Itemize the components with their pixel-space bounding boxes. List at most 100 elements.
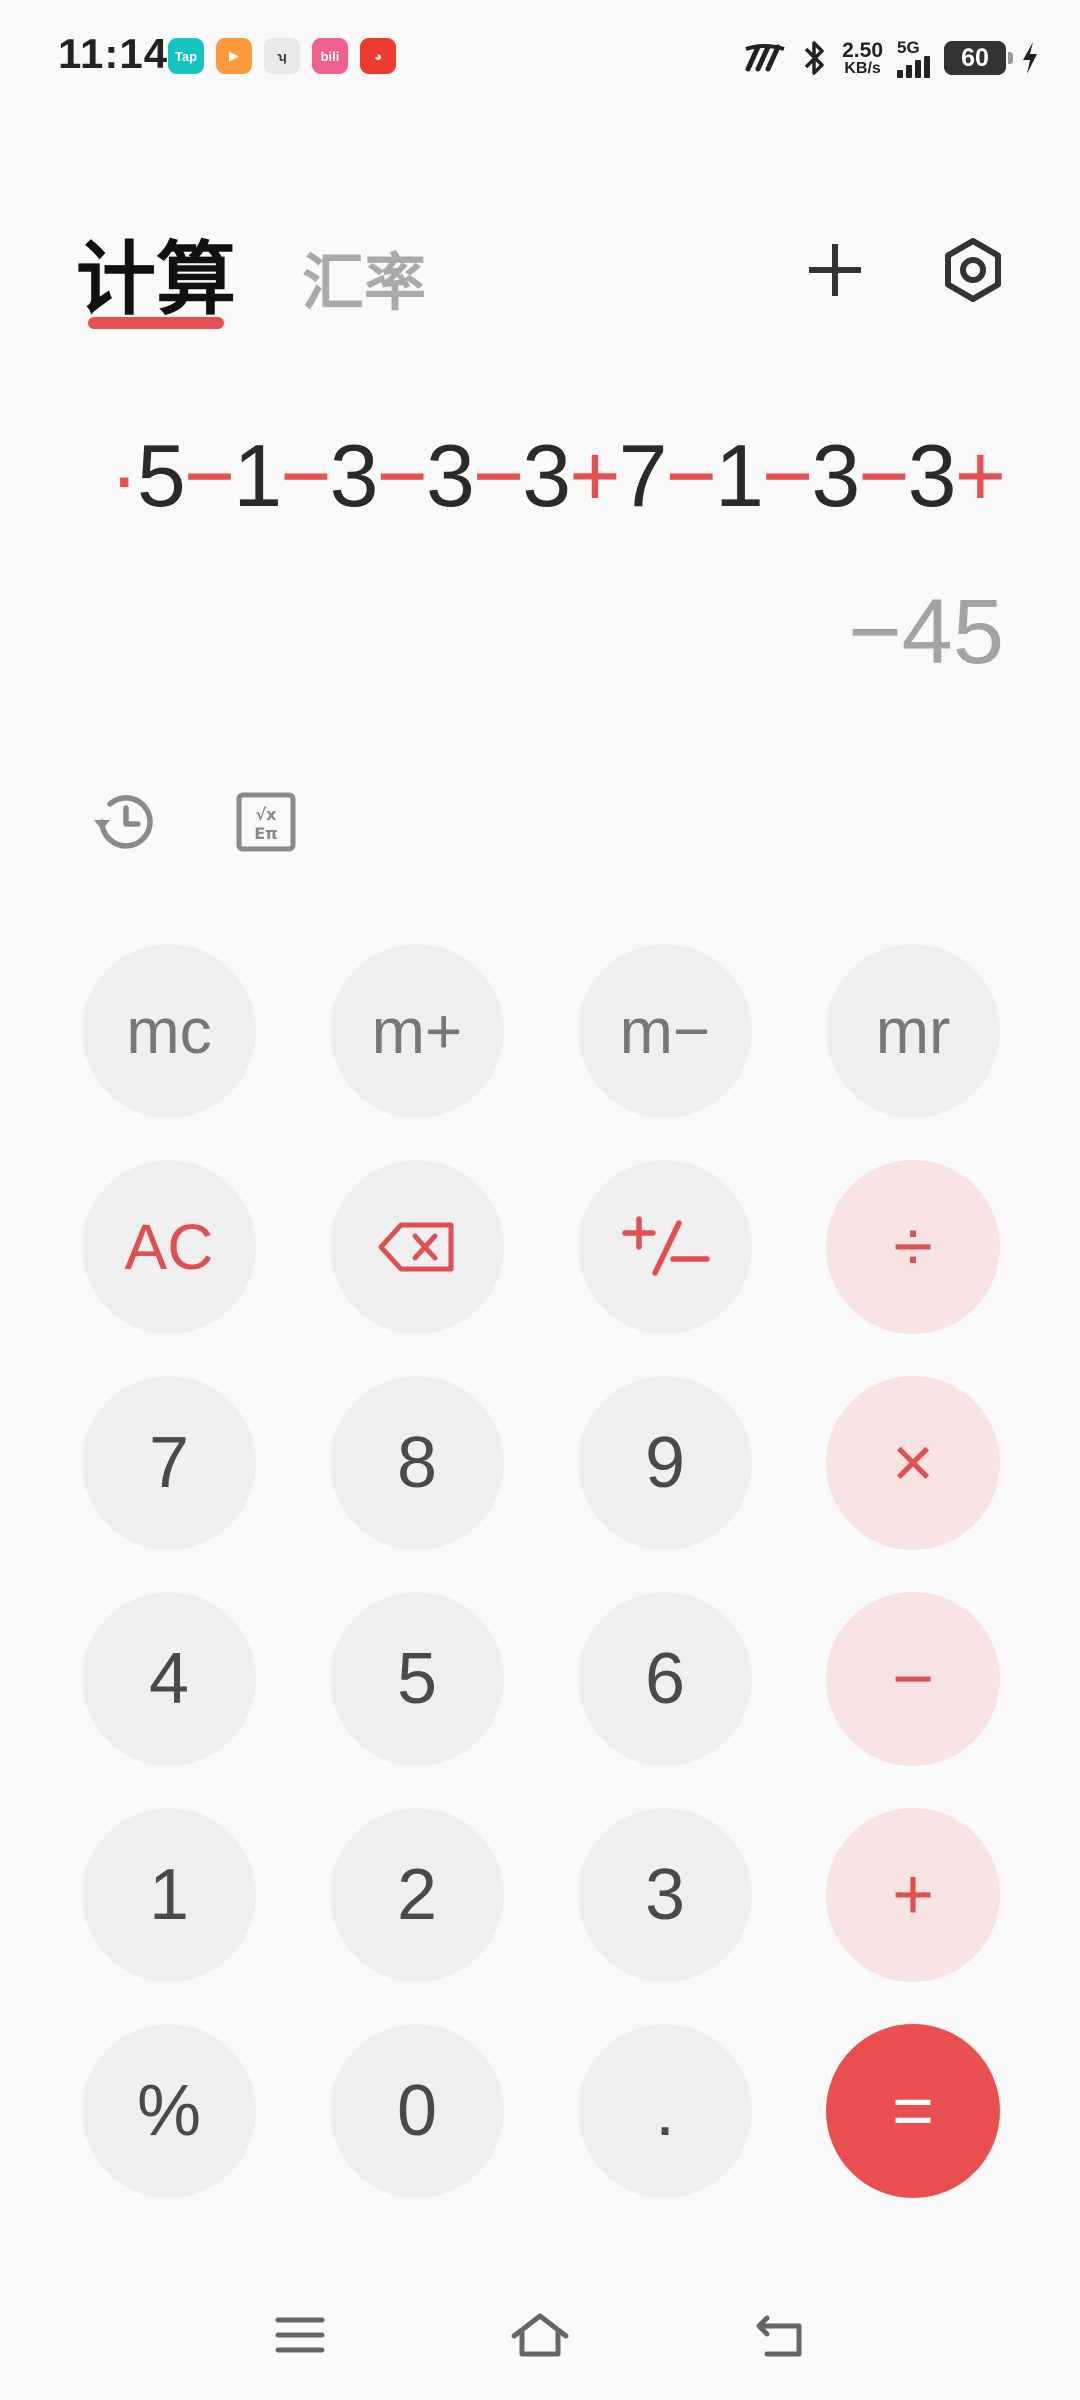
video-app-icon: ▶ — [216, 38, 252, 74]
expression-operator: − — [472, 426, 524, 525]
history-icon — [94, 795, 153, 849]
status-indicators: 2.50 KB/s 5G 60 — [744, 28, 1040, 88]
network-speed-unit: KB/s — [844, 59, 881, 77]
keypad: mc m+ m− mr AC ÷ 7 8 9 × 4 5 6 − 1 2 3 +% 0. = — [82, 944, 1000, 2198]
all-clear-label: AC — [124, 1211, 214, 1283]
expression-operator: − — [376, 426, 428, 525]
memory-add-button[interactable]: m+ — [330, 944, 504, 1118]
memory-subtract-button[interactable]: m− — [578, 944, 752, 1118]
digit-0-label: 0 — [396, 2071, 438, 2151]
active-tab-indicator — [88, 317, 224, 329]
expression-digit: 1 — [233, 426, 282, 525]
backspace-icon — [378, 1222, 454, 1272]
back-icon — [756, 2315, 802, 2357]
network-speed-value: 2.50 — [842, 38, 883, 62]
add-button[interactable]: + — [826, 1808, 1000, 1982]
plus-icon — [809, 244, 861, 296]
expression-digit: 3 — [425, 426, 475, 525]
digit-9-button[interactable]: 9 — [578, 1376, 752, 1550]
digit-7-button[interactable]: 7 — [82, 1376, 256, 1550]
expression-operator: − — [761, 426, 813, 525]
hm-app-icon: ʮ — [264, 38, 300, 74]
mascot-app-icon: ◕ — [360, 38, 396, 74]
all-clear-button[interactable]: AC — [82, 1160, 256, 1334]
expression-digit: 3 — [811, 426, 860, 525]
digit-1-label: 1 — [148, 1855, 190, 1935]
settings-button[interactable] — [928, 225, 1018, 315]
decimal-point-label: . — [654, 2071, 675, 2151]
recent-apps-button[interactable] — [265, 2300, 335, 2370]
new-button[interactable] — [790, 225, 880, 315]
tab-calculator[interactable]: 计算 — [76, 215, 236, 331]
digit-3-label: 3 — [644, 1855, 686, 1935]
expression-operator: − — [665, 426, 717, 525]
plus-minus-icon — [622, 1216, 710, 1276]
toggle-sign-button[interactable] — [578, 1160, 752, 1334]
tab-exchange-rate[interactable]: 汇率 — [302, 232, 426, 322]
decimal-point-button[interactable]: . — [578, 2024, 752, 2198]
menu-icon — [275, 2317, 325, 2353]
memory-recall-button[interactable]: mr — [826, 944, 1000, 1118]
signal-bars-icon — [897, 55, 930, 78]
system-navigation-bar — [0, 2290, 1080, 2380]
digit-8-label: 8 — [396, 1423, 438, 1503]
expression-display: ·5−1−3−3−3+7−1−3−3+ — [24, 425, 1004, 527]
expression-operator: + — [954, 426, 1004, 525]
divide-label: ÷ — [893, 1207, 933, 1287]
status-time: 11:14 — [58, 30, 169, 77]
digit-6-label: 6 — [644, 1639, 686, 1719]
expression-digit: 1 — [714, 426, 764, 525]
digit-4-button[interactable]: 4 — [82, 1592, 256, 1766]
divide-button[interactable]: ÷ — [826, 1160, 1000, 1334]
back-button[interactable] — [745, 2300, 815, 2370]
svg-text:√x: √x — [256, 805, 278, 824]
multiply-button[interactable]: × — [826, 1376, 1000, 1550]
digit-7-label: 7 — [148, 1423, 190, 1503]
bluetooth-icon — [804, 41, 824, 75]
multiply-label: × — [891, 1423, 935, 1503]
memory-clear-label: mc — [126, 995, 212, 1067]
memory-clear-button[interactable]: mc — [82, 944, 256, 1118]
expression-digit: 5 — [136, 426, 186, 525]
battery-level: 60 — [961, 43, 989, 72]
percent-button[interactable]: % — [82, 2024, 256, 2198]
digit-6-button[interactable]: 6 — [578, 1592, 752, 1766]
equals-button[interactable]: = — [826, 2024, 1000, 2198]
scientific-calculator-icon: √x Eπ — [236, 792, 296, 852]
taptap-icon: Tap — [168, 38, 204, 74]
backspace-button[interactable] — [330, 1160, 504, 1334]
digit-2-button[interactable]: 2 — [330, 1808, 504, 1982]
digit-5-button[interactable]: 5 — [330, 1592, 504, 1766]
home-button[interactable] — [505, 2300, 575, 2370]
subtract-button[interactable]: − — [826, 1592, 1000, 1766]
expression-operator: − — [183, 426, 235, 525]
expression-operator: − — [858, 426, 909, 525]
digit-9-label: 9 — [644, 1423, 686, 1503]
svg-text:Eπ: Eπ — [254, 824, 278, 843]
equals-label: = — [891, 2071, 935, 2151]
nfc-icon — [745, 44, 785, 72]
digit-0-button[interactable]: 0 — [330, 2024, 504, 2198]
charging-icon — [1023, 42, 1037, 74]
network-type: 5G — [897, 37, 920, 57]
digit-8-button[interactable]: 8 — [330, 1376, 504, 1550]
memory-add-label: m+ — [371, 995, 463, 1067]
digit-1-button[interactable]: 1 — [82, 1808, 256, 1982]
expression-operator: + — [569, 426, 620, 525]
digit-4-label: 4 — [148, 1639, 190, 1719]
percent-label: % — [136, 2071, 202, 2151]
digit-3-button[interactable]: 3 — [578, 1808, 752, 1982]
status-bar: 11:14 Tap ▶ ʮ bili ◕ 2.50 KB/s 5G 60 — [0, 0, 1080, 120]
result-display: −45 — [847, 581, 1004, 683]
memory-subtract-label: m− — [619, 995, 711, 1067]
cellular-signal: 5G — [897, 39, 930, 78]
digit-2-label: 2 — [396, 1855, 438, 1935]
battery-icon: 60 — [944, 41, 1013, 75]
home-icon — [511, 2313, 569, 2357]
history-button[interactable] — [84, 782, 164, 862]
notification-app-icons: Tap ▶ ʮ bili ◕ — [168, 38, 396, 74]
digit-5-label: 5 — [396, 1639, 438, 1719]
add-label: + — [891, 1855, 935, 1935]
expression-digit: 7 — [618, 426, 668, 525]
scientific-mode-button[interactable]: √x Eπ — [226, 782, 306, 862]
